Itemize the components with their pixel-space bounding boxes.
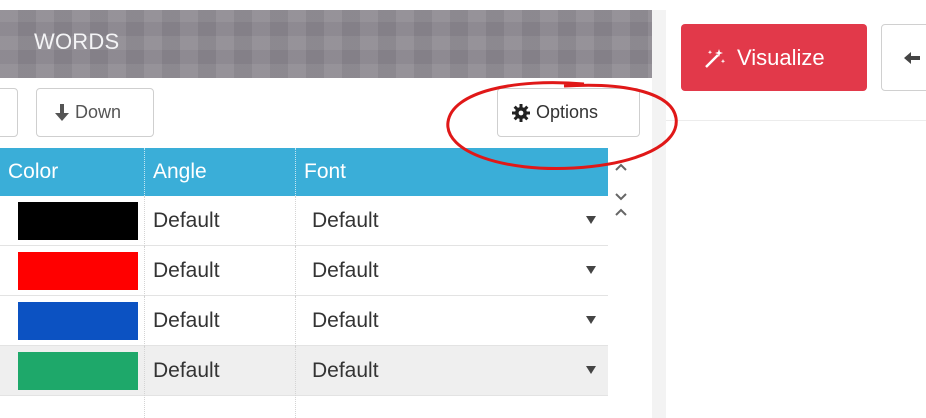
font-select-value: Default bbox=[312, 259, 379, 282]
font-select[interactable]: Default bbox=[295, 196, 608, 246]
up-button[interactable] bbox=[0, 88, 18, 137]
options-button[interactable]: Options bbox=[497, 88, 640, 137]
font-select[interactable]: Default bbox=[295, 246, 608, 296]
undo-button[interactable] bbox=[881, 24, 926, 91]
dropdown-arrow-icon bbox=[586, 266, 596, 274]
dropdown-arrow-icon bbox=[586, 316, 596, 324]
column-header-angle[interactable]: Angle bbox=[144, 148, 295, 196]
panel-divider bbox=[652, 10, 666, 418]
color-cell[interactable] bbox=[0, 246, 144, 296]
table-header: Color Angle Font bbox=[0, 148, 608, 196]
angle-cell[interactable]: Default bbox=[144, 246, 295, 296]
color-swatch[interactable] bbox=[18, 252, 138, 290]
angle-cell[interactable]: Default bbox=[144, 296, 295, 346]
visualize-button-label: Visualize bbox=[737, 44, 825, 70]
right-panel-divider bbox=[666, 120, 926, 121]
down-button-label: Down bbox=[75, 102, 122, 122]
color-swatch[interactable] bbox=[18, 302, 138, 340]
font-select-value: Default bbox=[312, 209, 379, 232]
table-row[interactable]: Default Default bbox=[0, 346, 608, 396]
table-row[interactable]: Default Default bbox=[0, 296, 608, 346]
column-header-font[interactable]: Font bbox=[295, 148, 608, 196]
chevron-up-icon[interactable] bbox=[613, 160, 629, 174]
visualize-button[interactable]: Visualize bbox=[681, 24, 867, 91]
font-select[interactable]: Default bbox=[295, 346, 608, 396]
words-panel-header: WORDS bbox=[0, 10, 652, 78]
arrow-down-icon bbox=[55, 103, 69, 121]
font-select-value: Default bbox=[312, 309, 379, 332]
angle-cell[interactable]: Default bbox=[144, 346, 295, 396]
magic-wand-icon bbox=[705, 48, 726, 68]
table-row[interactable]: Default Default bbox=[0, 196, 608, 246]
chevron-down-icon[interactable] bbox=[613, 192, 629, 202]
dropdown-arrow-icon bbox=[586, 216, 596, 224]
color-cell[interactable] bbox=[0, 346, 144, 396]
undo-arrow-icon bbox=[904, 52, 920, 64]
font-select-value: Default bbox=[312, 359, 379, 382]
gear-icon bbox=[512, 103, 530, 122]
chevron-up-icon[interactable] bbox=[613, 205, 629, 219]
color-cell[interactable] bbox=[0, 296, 144, 346]
font-select[interactable]: Default bbox=[295, 296, 608, 346]
empty-table-row bbox=[0, 397, 608, 418]
panel-title: WORDS bbox=[34, 29, 120, 54]
down-button[interactable]: Down bbox=[36, 88, 154, 137]
column-header-color[interactable]: Color bbox=[0, 148, 144, 196]
color-cell[interactable] bbox=[0, 196, 144, 246]
table-row[interactable]: Default Default bbox=[0, 246, 608, 296]
dropdown-arrow-icon bbox=[586, 366, 596, 374]
color-swatch[interactable] bbox=[18, 202, 138, 240]
options-button-label: Options bbox=[536, 102, 599, 122]
color-swatch[interactable] bbox=[18, 352, 138, 390]
angle-cell[interactable]: Default bbox=[144, 196, 295, 246]
